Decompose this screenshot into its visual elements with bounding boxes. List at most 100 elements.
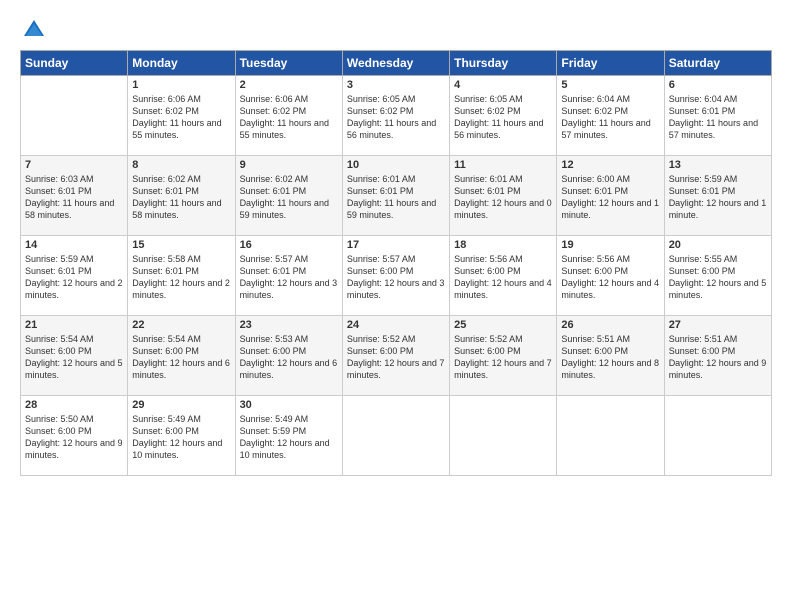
cell-info: Sunrise: 5:59 AMSunset: 6:01 PMDaylight:… <box>669 173 767 222</box>
cell-info: Sunrise: 5:52 AMSunset: 6:00 PMDaylight:… <box>454 333 552 382</box>
day-number: 13 <box>669 159 767 171</box>
day-cell: 11 Sunrise: 6:01 AMSunset: 6:01 PMDayligh… <box>450 156 557 236</box>
day-cell: 17 Sunrise: 5:57 AMSunset: 6:00 PMDayligh… <box>342 236 449 316</box>
cell-info: Sunrise: 6:04 AMSunset: 6:01 PMDaylight:… <box>669 93 767 142</box>
day-number: 22 <box>132 319 230 331</box>
day-cell <box>450 396 557 476</box>
cell-info: Sunrise: 6:04 AMSunset: 6:02 PMDaylight:… <box>561 93 659 142</box>
day-number: 12 <box>561 159 659 171</box>
day-number: 15 <box>132 239 230 251</box>
day-cell: 6 Sunrise: 6:04 AMSunset: 6:01 PMDaylight… <box>664 76 771 156</box>
day-number: 5 <box>561 79 659 91</box>
day-number: 27 <box>669 319 767 331</box>
day-cell: 7 Sunrise: 6:03 AMSunset: 6:01 PMDaylight… <box>21 156 128 236</box>
cell-info: Sunrise: 6:01 AMSunset: 6:01 PMDaylight:… <box>454 173 552 222</box>
logo <box>20 16 52 44</box>
day-cell: 9 Sunrise: 6:02 AMSunset: 6:01 PMDaylight… <box>235 156 342 236</box>
day-cell: 28 Sunrise: 5:50 AMSunset: 6:00 PMDayligh… <box>21 396 128 476</box>
col-monday: Monday <box>128 51 235 76</box>
day-number: 30 <box>240 399 338 411</box>
week-row-0: 1 Sunrise: 6:06 AMSunset: 6:02 PMDaylight… <box>21 76 772 156</box>
day-cell: 18Sunrise: 5:56 AMSunset: 6:00 PMDayligh… <box>450 236 557 316</box>
col-thursday: Thursday <box>450 51 557 76</box>
cell-info: Sunrise: 6:05 AMSunset: 6:02 PMDaylight:… <box>347 93 445 142</box>
day-cell: 16 Sunrise: 5:57 AMSunset: 6:01 PMDayligh… <box>235 236 342 316</box>
day-cell: 12Sunrise: 6:00 AMSunset: 6:01 PMDayligh… <box>557 156 664 236</box>
day-cell <box>557 396 664 476</box>
day-cell <box>342 396 449 476</box>
calendar-table: Sunday Monday Tuesday Wednesday Thursday… <box>20 50 772 476</box>
week-row-3: 21Sunrise: 5:54 AMSunset: 6:00 PMDayligh… <box>21 316 772 396</box>
day-number: 2 <box>240 79 338 91</box>
day-number: 18 <box>454 239 552 251</box>
day-cell: 22 Sunrise: 5:54 AMSunset: 6:00 PMDayligh… <box>128 316 235 396</box>
day-number: 4 <box>454 79 552 91</box>
day-number: 6 <box>669 79 767 91</box>
day-number: 14 <box>25 239 123 251</box>
day-number: 24 <box>347 319 445 331</box>
day-cell: 2 Sunrise: 6:06 AMSunset: 6:02 PMDaylight… <box>235 76 342 156</box>
day-cell: 10 Sunrise: 6:01 AMSunset: 6:01 PMDayligh… <box>342 156 449 236</box>
week-row-4: 28 Sunrise: 5:50 AMSunset: 6:00 PMDayligh… <box>21 396 772 476</box>
day-number: 8 <box>132 159 230 171</box>
day-cell: 13 Sunrise: 5:59 AMSunset: 6:01 PMDayligh… <box>664 156 771 236</box>
day-cell <box>664 396 771 476</box>
day-number: 29 <box>132 399 230 411</box>
cell-info: Sunrise: 5:58 AMSunset: 6:01 PMDaylight:… <box>132 253 230 302</box>
cell-info: Sunrise: 6:06 AMSunset: 6:02 PMDaylight:… <box>132 93 230 142</box>
cell-info: Sunrise: 6:03 AMSunset: 6:01 PMDaylight:… <box>25 173 123 222</box>
day-number: 7 <box>25 159 123 171</box>
cell-info: Sunrise: 5:54 AMSunset: 6:00 PMDaylight:… <box>25 333 123 382</box>
day-cell: 14 Sunrise: 5:59 AMSunset: 6:01 PMDayligh… <box>21 236 128 316</box>
cell-info: Sunrise: 6:06 AMSunset: 6:02 PMDaylight:… <box>240 93 338 142</box>
logo-icon <box>20 16 48 44</box>
col-tuesday: Tuesday <box>235 51 342 76</box>
day-cell: 20 Sunrise: 5:55 AMSunset: 6:00 PMDayligh… <box>664 236 771 316</box>
day-number: 3 <box>347 79 445 91</box>
day-number: 19 <box>561 239 659 251</box>
day-cell: 29 Sunrise: 5:49 AMSunset: 6:00 PMDayligh… <box>128 396 235 476</box>
cell-info: Sunrise: 6:05 AMSunset: 6:02 PMDaylight:… <box>454 93 552 142</box>
day-cell: 4 Sunrise: 6:05 AMSunset: 6:02 PMDaylight… <box>450 76 557 156</box>
day-number: 9 <box>240 159 338 171</box>
col-saturday: Saturday <box>664 51 771 76</box>
day-number: 16 <box>240 239 338 251</box>
day-number: 23 <box>240 319 338 331</box>
day-cell: 15 Sunrise: 5:58 AMSunset: 6:01 PMDayligh… <box>128 236 235 316</box>
day-number: 20 <box>669 239 767 251</box>
calendar-body: 1 Sunrise: 6:06 AMSunset: 6:02 PMDaylight… <box>21 76 772 476</box>
day-number: 1 <box>132 79 230 91</box>
day-number: 25 <box>454 319 552 331</box>
col-friday: Friday <box>557 51 664 76</box>
cell-info: Sunrise: 5:59 AMSunset: 6:01 PMDaylight:… <box>25 253 123 302</box>
cell-info: Sunrise: 5:50 AMSunset: 6:00 PMDaylight:… <box>25 413 123 462</box>
day-number: 11 <box>454 159 552 171</box>
day-cell: 30Sunrise: 5:49 AMSunset: 5:59 PMDayligh… <box>235 396 342 476</box>
day-number: 28 <box>25 399 123 411</box>
cell-info: Sunrise: 5:52 AMSunset: 6:00 PMDaylight:… <box>347 333 445 382</box>
day-number: 26 <box>561 319 659 331</box>
day-number: 17 <box>347 239 445 251</box>
day-cell: 24 Sunrise: 5:52 AMSunset: 6:00 PMDayligh… <box>342 316 449 396</box>
cell-info: Sunrise: 5:55 AMSunset: 6:00 PMDaylight:… <box>669 253 767 302</box>
header-row: Sunday Monday Tuesday Wednesday Thursday… <box>21 51 772 76</box>
header <box>20 16 772 44</box>
cell-info: Sunrise: 5:57 AMSunset: 6:01 PMDaylight:… <box>240 253 338 302</box>
cell-info: Sunrise: 5:51 AMSunset: 6:00 PMDaylight:… <box>669 333 767 382</box>
day-cell: 27 Sunrise: 5:51 AMSunset: 6:00 PMDayligh… <box>664 316 771 396</box>
cell-info: Sunrise: 6:02 AMSunset: 6:01 PMDaylight:… <box>240 173 338 222</box>
page: Sunday Monday Tuesday Wednesday Thursday… <box>0 0 792 612</box>
week-row-2: 14 Sunrise: 5:59 AMSunset: 6:01 PMDayligh… <box>21 236 772 316</box>
day-number: 10 <box>347 159 445 171</box>
cell-info: Sunrise: 5:53 AMSunset: 6:00 PMDaylight:… <box>240 333 338 382</box>
day-cell: 26Sunrise: 5:51 AMSunset: 6:00 PMDayligh… <box>557 316 664 396</box>
day-cell <box>21 76 128 156</box>
cell-info: Sunrise: 5:54 AMSunset: 6:00 PMDaylight:… <box>132 333 230 382</box>
cell-info: Sunrise: 6:01 AMSunset: 6:01 PMDaylight:… <box>347 173 445 222</box>
day-cell: 25 Sunrise: 5:52 AMSunset: 6:00 PMDayligh… <box>450 316 557 396</box>
cell-info: Sunrise: 5:57 AMSunset: 6:00 PMDaylight:… <box>347 253 445 302</box>
day-cell: 3 Sunrise: 6:05 AMSunset: 6:02 PMDaylight… <box>342 76 449 156</box>
day-cell: 1 Sunrise: 6:06 AMSunset: 6:02 PMDaylight… <box>128 76 235 156</box>
cell-info: Sunrise: 5:56 AMSunset: 6:00 PMDaylight:… <box>561 253 659 302</box>
cell-info: Sunrise: 5:49 AMSunset: 6:00 PMDaylight:… <box>132 413 230 462</box>
